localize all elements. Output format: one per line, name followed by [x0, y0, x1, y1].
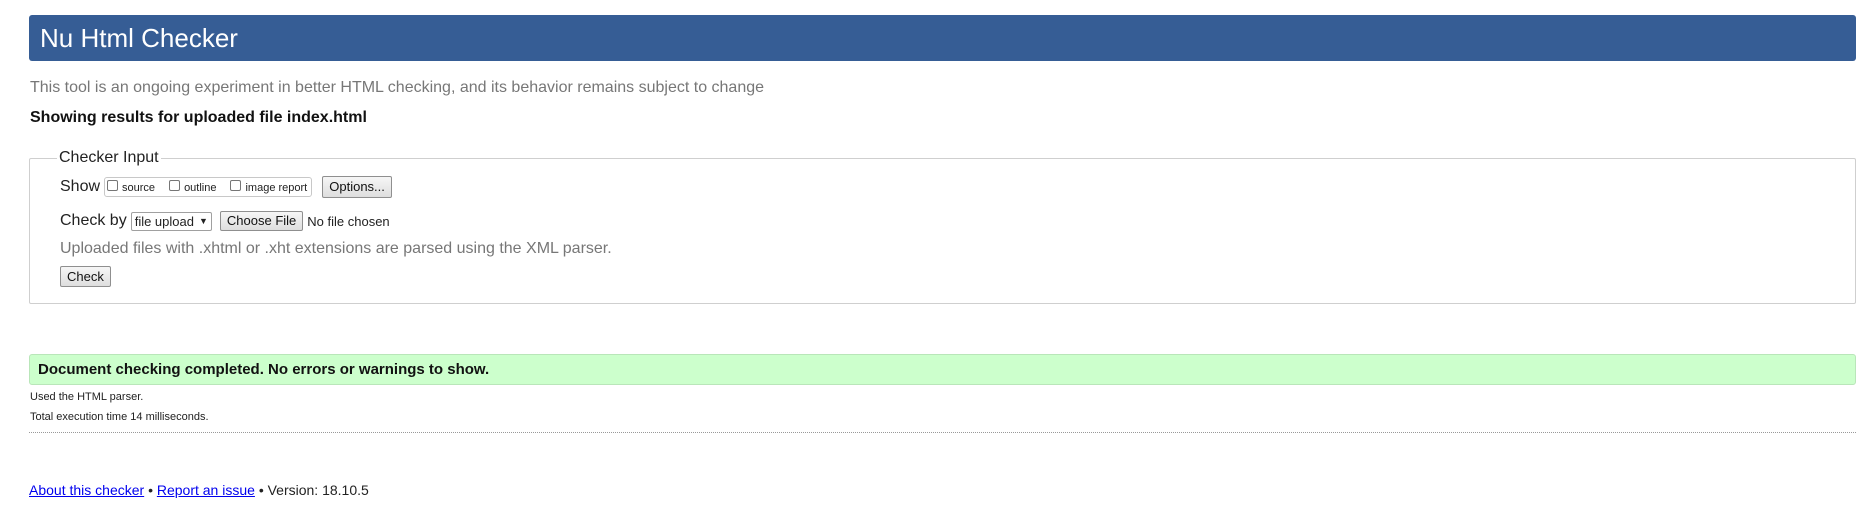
check-by-label: Check by: [60, 212, 127, 229]
choose-file-button[interactable]: Choose File: [219, 211, 304, 231]
show-label: Show: [60, 178, 101, 195]
check-by-row: Check by file upload ▼ Choose File No fi…: [60, 210, 390, 232]
options-button[interactable]: Options...: [322, 176, 392, 198]
footer-separator: •: [258, 482, 264, 498]
results-heading: Showing results for uploaded file index.…: [30, 109, 367, 126]
success-message: Document checking completed. No errors o…: [38, 361, 490, 378]
success-message-box: Document checking completed. No errors o…: [29, 354, 1856, 385]
outline-checkbox[interactable]: [169, 179, 181, 191]
xml-parser-note: Uploaded files with .xhtml or .xht exten…: [60, 240, 612, 257]
show-option-image-report[interactable]: image report: [230, 179, 307, 194]
header-bar: Nu Html Checker: [29, 15, 1856, 61]
version-text: Version: 18.10.5: [267, 482, 369, 498]
divider: [29, 432, 1856, 433]
execution-time: Total execution time 14 milliseconds.: [30, 411, 209, 423]
no-file-chosen-text: No file chosen: [307, 213, 390, 229]
footer-separator: •: [148, 482, 153, 498]
image-report-checkbox-label[interactable]: image report: [245, 182, 307, 194]
source-checkbox[interactable]: [107, 179, 119, 191]
tagline: This tool is an ongoing experiment in be…: [30, 79, 765, 96]
page: Nu Html Checker This tool is an ongoing …: [0, 0, 1870, 524]
source-checkbox-label[interactable]: source: [122, 182, 155, 194]
show-option-outline[interactable]: outline: [169, 179, 216, 194]
check-by-selected-value: file upload: [134, 213, 194, 229]
show-options-group: source outline image report: [104, 177, 313, 197]
parser-note: Used the HTML parser.: [30, 391, 144, 403]
about-checker-link[interactable]: About this checker: [29, 482, 144, 498]
footer: About this checker • Report an issue • V…: [29, 482, 369, 498]
show-option-source[interactable]: source: [107, 179, 155, 194]
image-report-checkbox[interactable]: [230, 179, 242, 191]
page-title: Nu Html Checker: [40, 23, 238, 53]
show-row: Show source outline image report Options…: [60, 176, 392, 198]
check-by-select[interactable]: file upload ▼: [130, 211, 212, 231]
checker-input-legend: Checker Input: [59, 149, 159, 166]
check-button[interactable]: Check: [60, 266, 111, 287]
report-issue-link[interactable]: Report an issue: [157, 482, 255, 498]
outline-checkbox-label[interactable]: outline: [184, 182, 216, 194]
dropdown-caret-icon: ▼: [198, 216, 208, 226]
